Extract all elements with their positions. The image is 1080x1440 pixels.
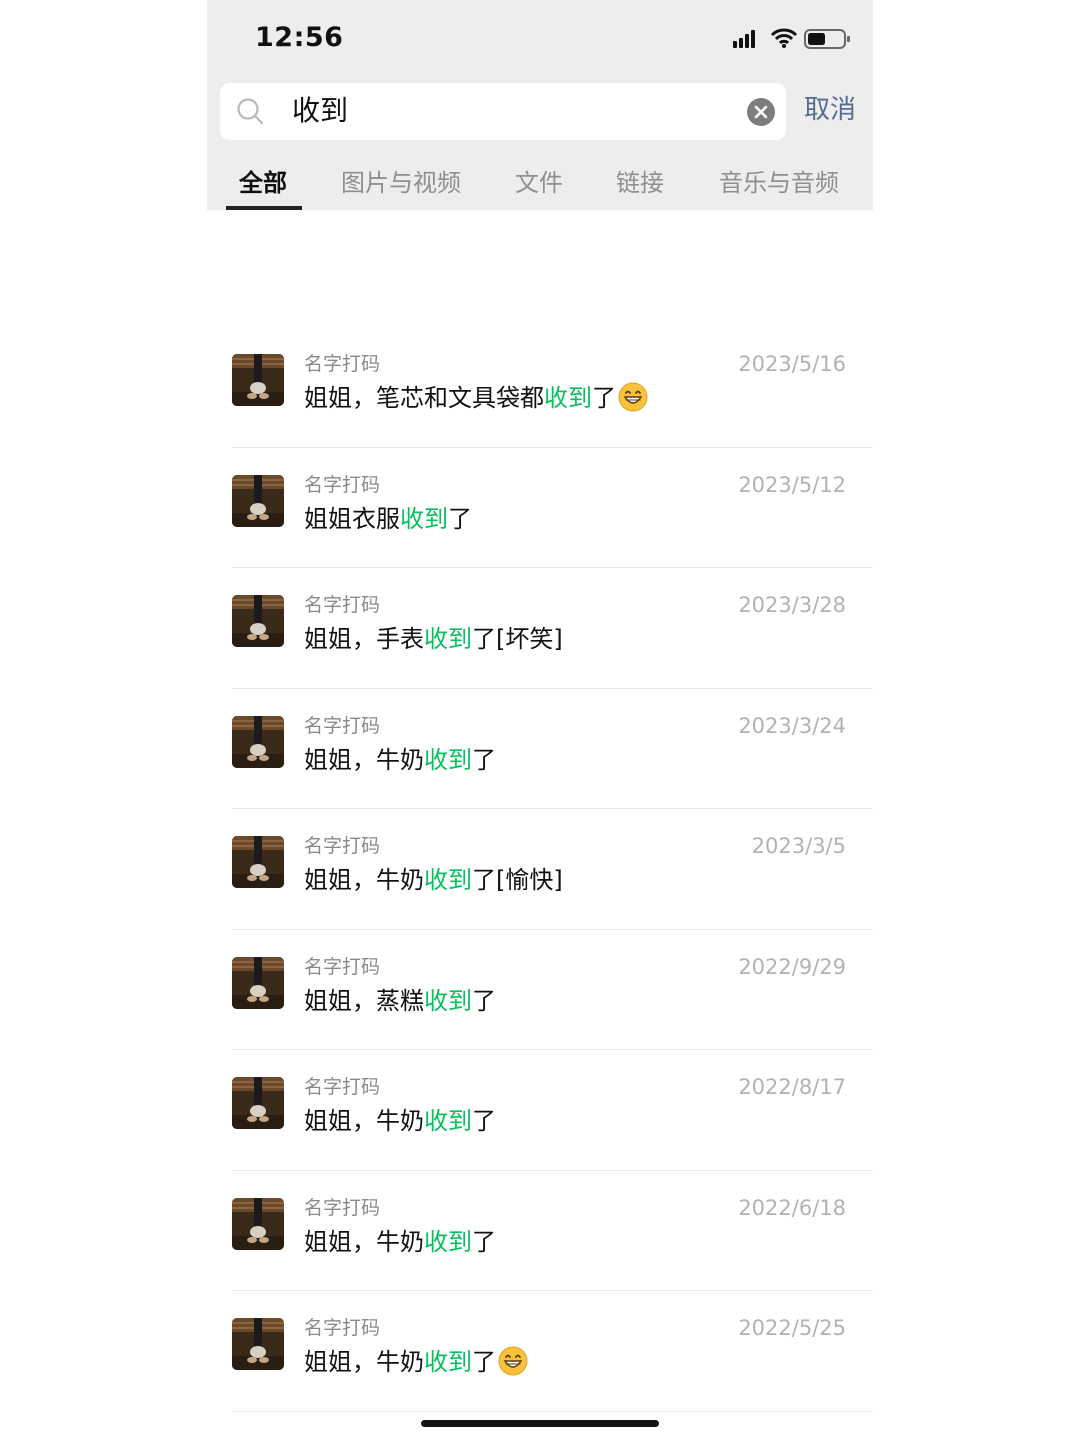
cellular-signal-icon — [733, 30, 755, 48]
cancel-button[interactable]: 取消 — [804, 92, 856, 128]
message-text-before: 姐姐，手表 — [304, 625, 424, 653]
sender-name: 名字打码 — [304, 353, 381, 375]
message-snippet: 姐姐，牛奶收到了 — [304, 1104, 496, 1138]
avatar — [232, 354, 284, 406]
search-header: 12:56 收到 取消 全部 图片与视频 文件 链接 音乐与音频 — [207, 0, 873, 210]
search-result-row[interactable]: 名字打码 2022/9/29 姐姐，蒸糕收到了 — [232, 930, 873, 1050]
avatar — [232, 595, 284, 647]
tab-images-videos[interactable]: 图片与视频 — [341, 166, 461, 200]
search-result-row[interactable]: 名字打码 2022/8/17 姐姐，牛奶收到了 — [232, 1050, 873, 1171]
search-results-list: 名字打码 2023/5/16 姐姐，笔芯和文具袋都收到了 名字打码 2023/5… — [232, 327, 873, 1412]
avatar — [232, 956, 284, 1009]
sender-name: 名字打码 — [304, 955, 381, 978]
sender-name: 名字打码 — [304, 714, 381, 737]
sender-name: 名字打码 — [304, 1317, 381, 1339]
sender-name: 名字打码 — [304, 835, 381, 857]
message-snippet: 姐姐，手表收到了[坏笑] — [304, 622, 563, 656]
search-result-row[interactable]: 名字打码 2023/5/16 姐姐，笔芯和文具袋都收到了 — [232, 327, 873, 448]
grinning-face-icon — [498, 1346, 528, 1385]
status-time: 12:56 — [255, 22, 344, 53]
message-text-before: 姐姐，牛奶 — [304, 1227, 424, 1256]
avatar — [232, 1197, 284, 1250]
message-date: 2023/3/24 — [738, 713, 846, 738]
battery-icon — [804, 29, 850, 49]
keyword-highlight: 收到 — [424, 745, 472, 774]
keyword-highlight: 收到 — [424, 986, 472, 1015]
search-result-row[interactable]: 名字打码 2023/5/12 姐姐衣服收到了 — [232, 448, 873, 568]
message-date: 2023/5/16 — [738, 352, 846, 376]
sender-name: 名字打码 — [304, 473, 381, 496]
message-date: 2023/3/5 — [751, 834, 846, 858]
message-text-after: 了 — [472, 986, 496, 1015]
tab-all[interactable]: 全部 — [239, 166, 287, 200]
search-result-row[interactable]: 名字打码 2022/6/18 姐姐，牛奶收到了 — [232, 1171, 873, 1291]
sender-name: 名字打码 — [304, 1076, 381, 1098]
message-text-before: 姐姐，牛奶 — [304, 866, 424, 894]
message-text-after: 了[愉快] — [472, 866, 563, 894]
active-tab-indicator — [226, 206, 302, 210]
message-text-after: 了 — [448, 504, 472, 533]
message-snippet: 姐姐，牛奶收到了 — [304, 743, 496, 777]
message-text-before: 姐姐，牛奶 — [304, 1107, 424, 1135]
message-text-before: 姐姐，蒸糕 — [304, 986, 424, 1015]
message-text-before: 姐姐，牛奶 — [304, 1348, 424, 1376]
avatar — [232, 474, 284, 527]
message-text-after: 了 — [472, 1107, 496, 1135]
keyword-highlight: 收到 — [424, 625, 472, 653]
keyword-highlight: 收到 — [424, 1227, 472, 1256]
tab-files[interactable]: 文件 — [515, 166, 563, 200]
message-snippet: 姐姐衣服收到了 — [304, 502, 472, 536]
avatar — [232, 1077, 284, 1129]
tab-links[interactable]: 链接 — [616, 166, 664, 200]
avatar — [232, 1318, 284, 1370]
wifi-icon — [771, 28, 797, 48]
message-text-before: 姐姐，笔芯和文具袋都 — [304, 384, 544, 412]
message-snippet: 姐姐，牛奶收到了 — [304, 1345, 528, 1385]
message-snippet: 姐姐，笔芯和文具袋都收到了 — [304, 381, 648, 421]
message-text-after: 了 — [592, 384, 616, 412]
avatar — [232, 715, 284, 768]
message-text-before: 姐姐，牛奶 — [304, 745, 424, 774]
search-result-row[interactable]: 名字打码 2022/5/25 姐姐，牛奶收到了 — [232, 1291, 873, 1412]
message-text-after: 了 — [472, 745, 496, 774]
sender-name: 名字打码 — [304, 1196, 381, 1219]
filter-tabs: 全部 图片与视频 文件 链接 音乐与音频 — [207, 160, 873, 210]
tab-music-audio[interactable]: 音乐与音频 — [719, 166, 839, 200]
message-date: 2023/3/28 — [738, 593, 846, 617]
keyword-highlight: 收到 — [400, 504, 448, 533]
avatar — [232, 836, 284, 888]
message-date: 2022/5/25 — [738, 1316, 846, 1340]
search-query-text[interactable]: 收到 — [292, 93, 348, 129]
message-date: 2023/5/12 — [738, 472, 846, 497]
home-indicator[interactable] — [421, 1420, 659, 1427]
search-icon — [237, 98, 264, 125]
message-text-after: 了 — [472, 1348, 496, 1376]
message-text-after: 了 — [472, 1227, 496, 1256]
message-snippet: 姐姐，蒸糕收到了 — [304, 984, 496, 1018]
search-result-row[interactable]: 名字打码 2023/3/5 姐姐，牛奶收到了[愉快] — [232, 809, 873, 930]
keyword-highlight: 收到 — [424, 866, 472, 894]
message-date: 2022/8/17 — [738, 1075, 846, 1099]
keyword-highlight: 收到 — [544, 384, 592, 412]
search-result-row[interactable]: 名字打码 2023/3/24 姐姐，牛奶收到了 — [232, 689, 873, 809]
message-text-after: 了[坏笑] — [472, 625, 563, 653]
search-input[interactable]: 收到 — [220, 83, 786, 140]
message-date: 2022/6/18 — [738, 1195, 846, 1220]
clear-search-icon[interactable] — [746, 97, 776, 127]
message-snippet: 姐姐，牛奶收到了[愉快] — [304, 863, 563, 897]
message-snippet: 姐姐，牛奶收到了 — [304, 1225, 496, 1259]
search-result-row[interactable]: 名字打码 2023/3/28 姐姐，手表收到了[坏笑] — [232, 568, 873, 689]
message-text-before: 姐姐衣服 — [304, 504, 400, 533]
message-date: 2022/9/29 — [738, 954, 846, 979]
keyword-highlight: 收到 — [424, 1107, 472, 1135]
keyword-highlight: 收到 — [424, 1348, 472, 1376]
grinning-face-icon — [618, 382, 648, 421]
search-screen: 12:56 收到 取消 全部 图片与视频 文件 链接 音乐与音频 名字打码 20… — [207, 0, 873, 1440]
status-bar: 12:56 — [207, 0, 873, 78]
sender-name: 名字打码 — [304, 594, 381, 616]
